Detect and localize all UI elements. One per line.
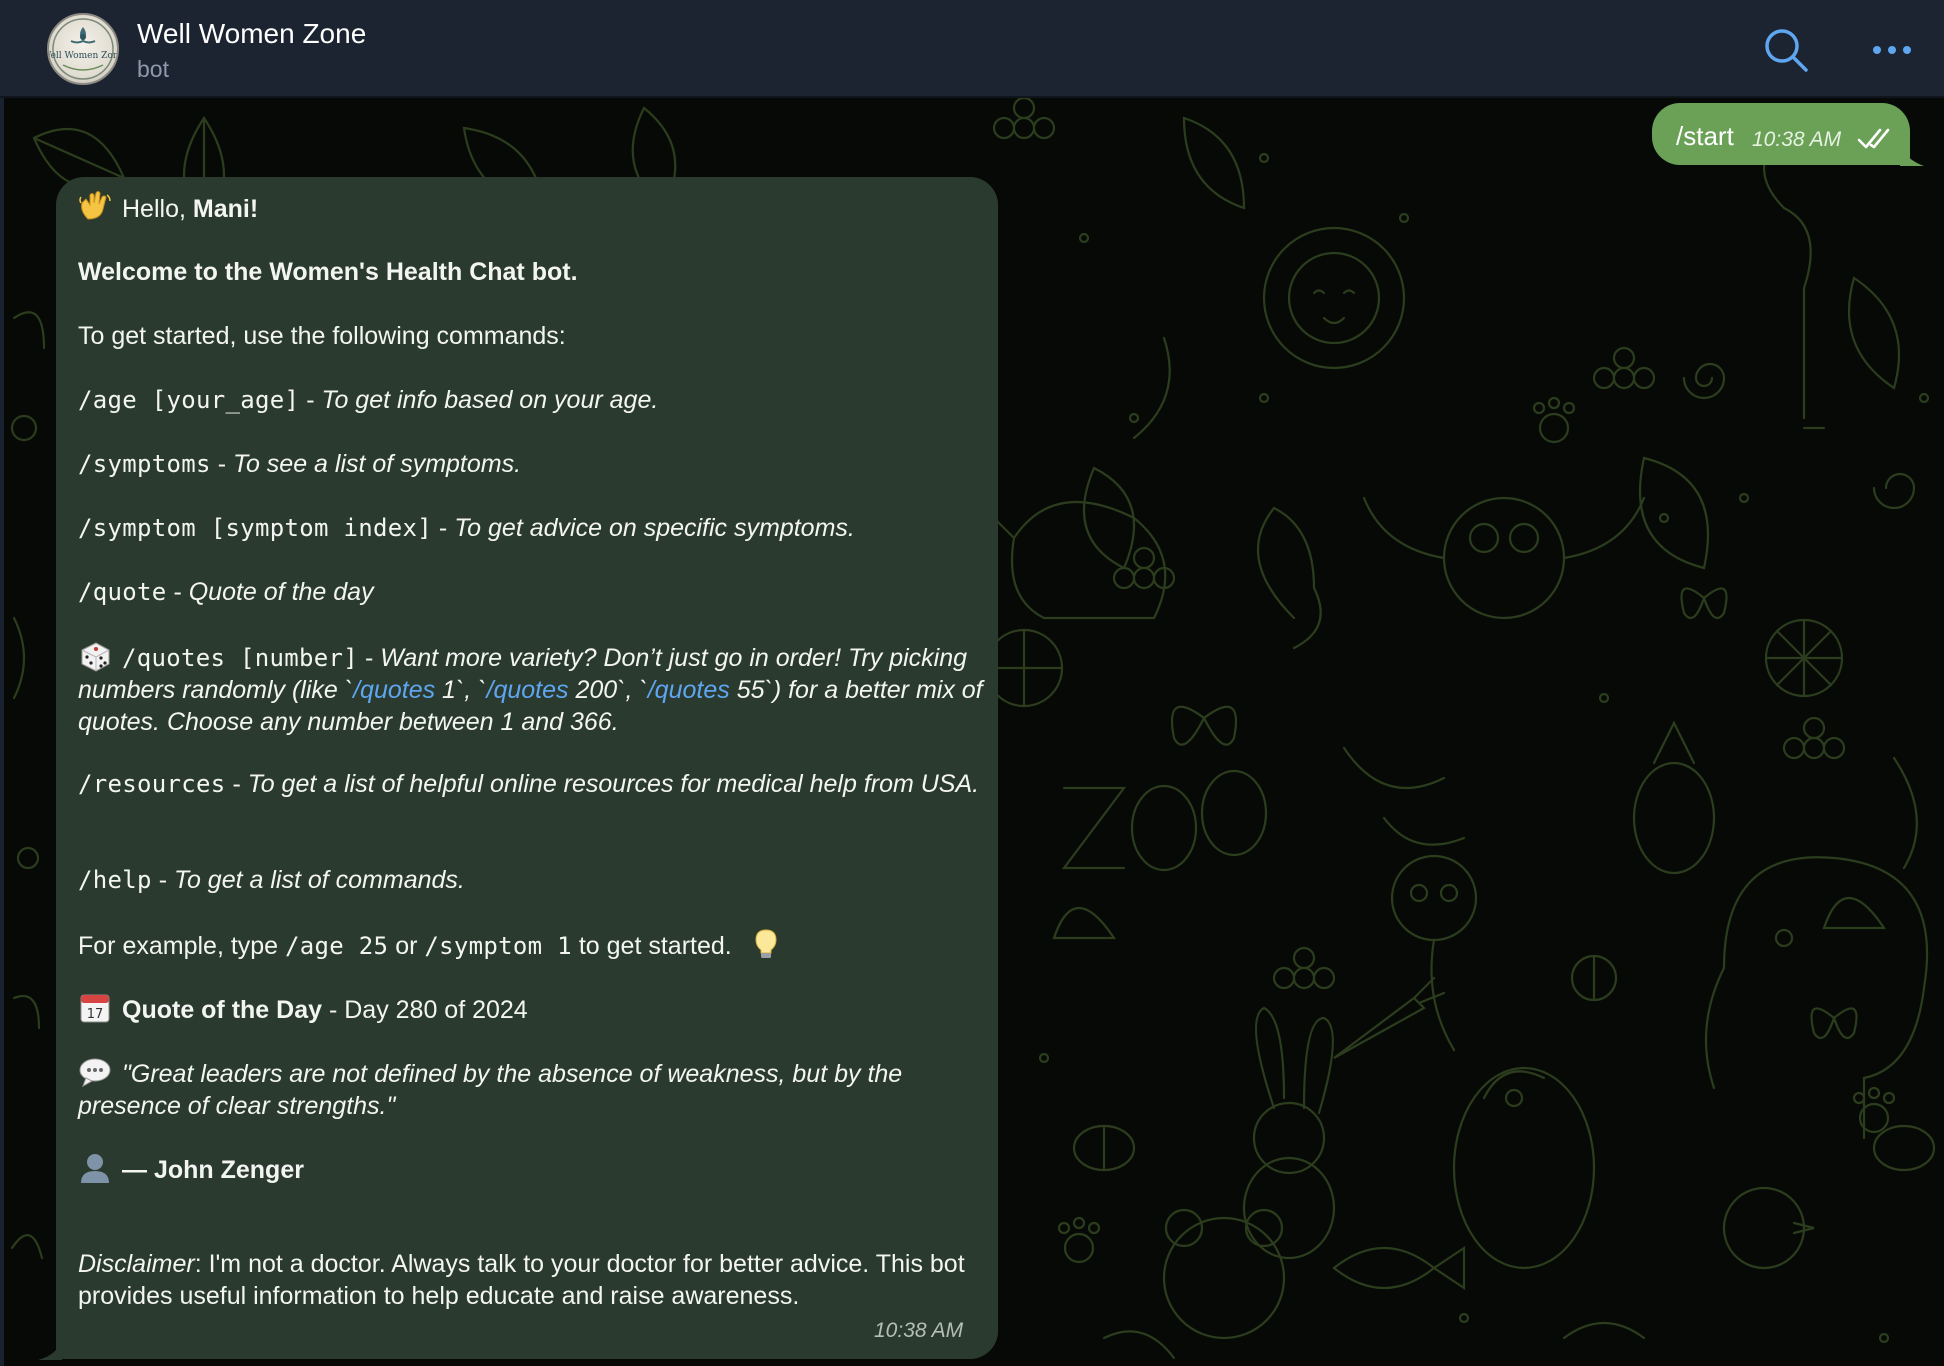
example-line: For example, type /age 25 or /symptom 1 …: [78, 928, 793, 962]
command-resources[interactable]: /resources: [78, 770, 226, 798]
command-quote-desc: Quote of the day: [188, 578, 374, 606]
more-options-button[interactable]: [1868, 30, 1916, 70]
command-line-symptoms: /symptoms - To see a list of symptoms.: [78, 450, 522, 478]
double-check-icon: [1857, 128, 1890, 149]
quote-text: "Great leaders are not defined by the ab…: [78, 1060, 903, 1120]
example-or: or: [388, 932, 425, 960]
command-quote[interactable]: /quote: [78, 578, 167, 606]
incoming-message-time: 10:38 AM: [874, 1319, 964, 1342]
quotes-number-2: 200`, `: [568, 676, 648, 704]
avatar-logo-icon: Well Women Zone: [49, 18, 117, 80]
speech-bubble-icon: [78, 1056, 112, 1088]
svg-text:17: 17: [87, 1007, 104, 1022]
command-line-quote: /quote - Quote of the day: [78, 578, 374, 606]
quotes-link-2[interactable]: /quotes: [487, 676, 569, 704]
command-symptoms[interactable]: /symptoms: [78, 450, 211, 478]
disclaimer-label: Disclaimer: [78, 1250, 195, 1278]
quote-heading: Quote of the Day: [122, 996, 323, 1024]
quote-of-day-line: 17 Quote of the Day - Day 280 of 2024: [78, 992, 528, 1026]
greeting-name: Mani!: [192, 195, 259, 223]
chat-title[interactable]: Well Women Zone: [137, 18, 366, 50]
example-command-age[interactable]: /age 25: [285, 932, 388, 960]
outgoing-message-text: /start: [1676, 121, 1734, 151]
search-button[interactable]: [1762, 26, 1810, 74]
welcome-line: Welcome to the Women's Health Chat bot.: [78, 258, 578, 286]
command-resources-desc: To get a list of helpful online resource…: [247, 770, 980, 798]
greeting-line: Hello, Mani!: [78, 191, 258, 225]
example-text-1: For example, type: [78, 932, 286, 960]
command-help-desc: To get a list of commands.: [173, 866, 465, 894]
telegram-chat-window: Well Women Zone Well Women Zone bot: [0, 0, 1944, 1366]
quote-day: - Day 280 of 2024: [322, 996, 528, 1024]
calendar-icon: 17: [78, 992, 112, 1024]
command-age[interactable]: /age [your_age]: [78, 386, 299, 414]
svg-text:Well Women Zone: Well Women Zone: [49, 51, 117, 61]
command-line-quotes: /quotes [number] - Want more variety? Do…: [78, 640, 983, 738]
light-bulb-icon: [749, 928, 783, 960]
incoming-bubble-tail: [38, 1336, 62, 1360]
quotes-link-3[interactable]: /quotes: [648, 676, 730, 704]
command-quotes[interactable]: /quotes [number]: [122, 644, 358, 672]
disclaimer-line: Disclaimer: I'm not a doctor. Always tal…: [78, 1248, 983, 1312]
greeting-prefix: Hello,: [122, 195, 193, 223]
command-line-resources: /resources - To get a list of helpful on…: [78, 770, 980, 798]
command-help[interactable]: /help: [78, 866, 152, 894]
dice-icon: [78, 640, 112, 672]
waving-hand-icon: [78, 191, 112, 223]
quote-author-line: — John Zenger: [78, 1152, 304, 1186]
bot-avatar[interactable]: Well Women Zone: [47, 13, 119, 85]
example-text-2: to get started.: [571, 932, 732, 960]
command-line-help: /help - To get a list of commands.: [78, 866, 465, 894]
outgoing-bubble-tail: [1900, 140, 1924, 166]
command-symptom-desc: To get advice on specific symptoms.: [454, 514, 855, 542]
search-icon: [1765, 29, 1808, 72]
intro-line: To get started, use the following comman…: [78, 322, 566, 350]
quote-author: — John Zenger: [122, 1156, 304, 1184]
command-age-desc: To get info based on your age.: [321, 386, 659, 414]
command-line-age: /age [your_age] - To get info based on y…: [78, 386, 659, 414]
outgoing-message-time: 10:38 AM: [1752, 128, 1842, 151]
person-silhouette-icon: [78, 1152, 112, 1184]
example-command-symptom[interactable]: /symptom 1: [424, 932, 572, 960]
command-line-symptom: /symptom [symptom index] - To get advice…: [78, 514, 855, 542]
more-icon: [1873, 46, 1911, 54]
chat-subtitle: bot: [137, 56, 169, 82]
disclaimer-text: : I'm not a doctor. Always talk to your …: [78, 1250, 965, 1310]
command-symptom[interactable]: /symptom [symptom index]: [78, 514, 432, 542]
quotes-link-1[interactable]: /quotes: [353, 676, 435, 704]
quote-text-line: "Great leaders are not defined by the ab…: [78, 1056, 983, 1122]
command-symptoms-desc: To see a list of symptoms.: [232, 450, 522, 478]
chat-header: Well Women Zone Well Women Zone bot: [0, 0, 1944, 98]
quotes-number-1: 1`, `: [435, 676, 487, 704]
